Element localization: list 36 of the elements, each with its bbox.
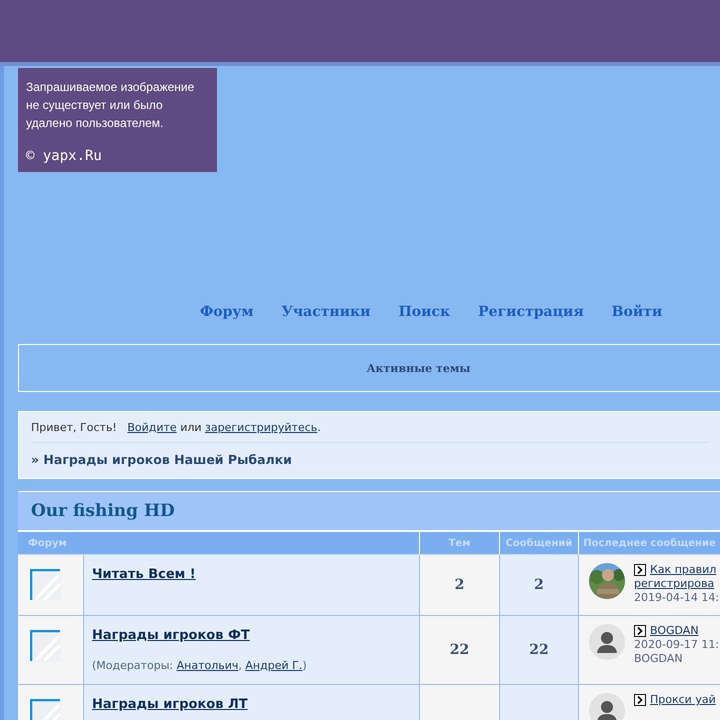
- post-date: 2019-04-14 14:: [634, 591, 720, 605]
- register-link[interactable]: зарегистрируйтесь: [205, 421, 318, 434]
- go-to-post-icon[interactable]: [634, 564, 646, 576]
- moderators-text: (Модераторы: Анатольич, Андрей Г.): [92, 659, 308, 672]
- forum-title-link[interactable]: Награды игроков ФТ: [92, 628, 250, 643]
- moderator-link[interactable]: Анатольич: [176, 659, 238, 672]
- last-post-link[interactable]: Прокси уай: [650, 693, 716, 707]
- post-count: 22: [529, 642, 549, 658]
- go-to-post-icon[interactable]: [634, 694, 646, 706]
- welcome-text: Привет, Гость! Войдите или зарегистрируйтесь.: [31, 412, 708, 443]
- column-header: Тем: [419, 532, 499, 555]
- go-to-post-icon[interactable]: [634, 625, 646, 637]
- last-post-link[interactable]: BOGDAN: [650, 624, 699, 638]
- forum-title-link[interactable]: Читать Всем !: [92, 567, 196, 582]
- forum-icon: [30, 569, 61, 601]
- last-post-link[interactable]: регистрирова: [634, 577, 720, 591]
- category-title[interactable]: Our fishing HD: [31, 501, 175, 521]
- topic-count: 2: [454, 577, 464, 593]
- image-credit: © yapx.Ru: [26, 148, 103, 164]
- login-link[interactable]: Войдите: [127, 421, 177, 434]
- post-author: BOGDAN: [634, 652, 684, 666]
- forum-icon: [30, 630, 61, 662]
- topic-count: 22: [450, 642, 470, 658]
- image-notice-text: не существует или было: [26, 97, 164, 114]
- active-topics-link[interactable]: Активные темы: [366, 362, 470, 374]
- breadcrumb-link[interactable]: » Награды игроков Нашей Рыбалки: [31, 443, 708, 478]
- forum-title-link[interactable]: Награды игроков ЛТ: [92, 697, 248, 712]
- image-notice-text: Запрашиваемое изображение: [26, 79, 196, 96]
- image-notice-text: удалено пользователем.: [26, 115, 164, 132]
- column-header: Форум: [18, 532, 419, 555]
- post-count: 2: [534, 577, 544, 593]
- last-post-link[interactable]: Как правил: [650, 563, 716, 577]
- column-header: Последнее сообщение: [578, 532, 720, 555]
- post-date: 2020-09-17 11:: [634, 638, 720, 652]
- moderator-link[interactable]: Андрей Г.: [245, 659, 302, 672]
- column-header: Сообщений: [499, 532, 578, 555]
